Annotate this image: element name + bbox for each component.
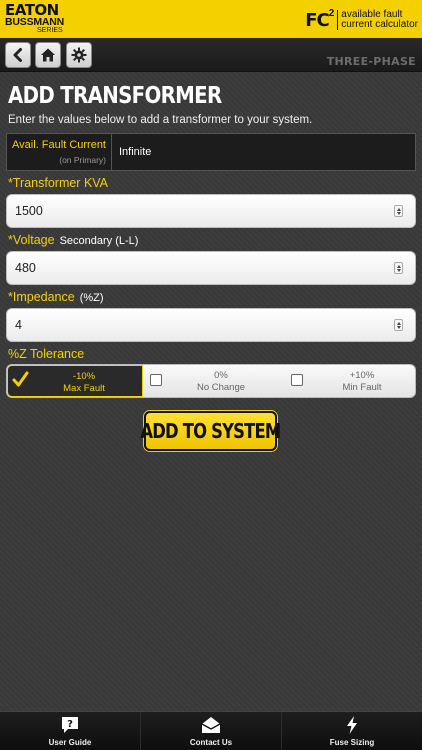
tab-label: Contact Us (189, 738, 233, 747)
tolerance-option-no-change[interactable]: 0% No Change (144, 365, 280, 397)
app-subtitle-line-2: current calculator (341, 19, 418, 30)
impedance-stepper[interactable] (394, 319, 403, 331)
afc-label-cell: Avail. Fault Current (on Primary) (7, 134, 112, 170)
settings-button[interactable] (66, 42, 92, 68)
nav-bar: THREE-PHASE (0, 38, 422, 72)
tab-label: User Guide (48, 738, 92, 747)
brand-line-3: SERIES (37, 27, 63, 34)
intro-text: Enter the values below to add a transfor… (8, 114, 313, 126)
chevron-left-icon (13, 48, 22, 62)
fc-logo-text: FC (305, 9, 329, 31)
brand-line-2: BUSSMANN (5, 16, 65, 28)
voltage-stepper[interactable] (394, 262, 403, 274)
mode-label: THREE-PHASE (326, 55, 416, 68)
back-button[interactable] (5, 42, 31, 68)
page-title: ADD TRANSFORMER (8, 83, 222, 109)
tolerance-option-label: Max Fault (63, 383, 105, 394)
afc-value: Infinite (119, 146, 152, 158)
checkbox[interactable] (291, 374, 303, 386)
help-icon: ? (62, 717, 78, 733)
tolerance-option-value: -10% (72, 371, 96, 382)
impedance-hint: (%Z) (79, 292, 104, 304)
tolerance-label: %Z Tolerance (8, 347, 84, 361)
kva-label-text: *Transformer KVA (8, 176, 109, 190)
tolerance-option-label: Min Fault (342, 382, 382, 393)
home-button[interactable] (35, 42, 61, 68)
envelope-icon (201, 717, 221, 733)
impedance-label-text: *Impedance (8, 290, 75, 304)
tab-fuse-sizing[interactable]: Fuse Sizing (282, 712, 422, 750)
kva-stepper[interactable] (394, 205, 403, 217)
lightning-icon (347, 716, 357, 734)
tab-label: Fuse Sizing (329, 738, 375, 747)
voltage-label-text: *Voltage (8, 233, 55, 247)
tab-user-guide[interactable]: ? User Guide (0, 712, 141, 750)
add-to-system-button[interactable]: ADD TO SYSTEM (140, 411, 281, 451)
svg-text:?: ? (67, 719, 73, 730)
voltage-field[interactable] (6, 251, 416, 285)
fc-logo-sup: 2 (328, 7, 335, 19)
checkbox[interactable] (150, 374, 162, 386)
add-to-system-label: ADD TO SYSTEM (140, 419, 281, 443)
tolerance-option-value: +10% (349, 370, 375, 381)
kva-label: *Transformer KVA (8, 176, 108, 190)
tolerance-option-max-fault[interactable]: -10% Max Fault (7, 365, 143, 397)
checkbox-checked[interactable] (12, 371, 29, 387)
tolerance-label-text: %Z Tolerance (8, 347, 85, 361)
bottom-tab-bar: ? User Guide Contact Us Fuse Sizing (0, 711, 422, 750)
tolerance-options: -10% Max Fault 0% No Change +10% Min Fau… (6, 364, 416, 398)
tolerance-option-label: No Change (196, 382, 246, 393)
gear-icon (71, 47, 87, 63)
impedance-field[interactable] (6, 308, 416, 342)
impedance-label: *Impedance (%Z) (8, 290, 104, 304)
kva-field[interactable] (6, 194, 416, 228)
impedance-input[interactable] (7, 309, 387, 341)
eaton-bussmann-logo: EATON BUSSMANN SERIES (5, 1, 65, 36)
kva-input[interactable] (7, 195, 387, 227)
voltage-input[interactable] (7, 252, 387, 284)
home-icon (41, 48, 55, 62)
afc-label: Avail. Fault Current (12, 139, 106, 151)
tolerance-option-min-fault[interactable]: +10% Min Fault (285, 365, 415, 397)
tab-contact-us[interactable]: Contact Us (141, 712, 282, 750)
voltage-hint: Secondary (L-L) (59, 235, 139, 247)
tolerance-option-value: 0% (214, 370, 228, 381)
brand-line-1: EATON (5, 1, 59, 19)
brand-header: EATON BUSSMANN SERIES FC 2 available fau… (0, 0, 422, 38)
voltage-label: *Voltage Secondary (L-L) (8, 233, 138, 247)
fc2-logo: FC 2 available fault current calculator (305, 7, 418, 31)
app-subtitle: available fault current calculator (337, 10, 418, 30)
available-fault-current-row: Avail. Fault Current (on Primary) Infini… (6, 133, 416, 171)
afc-sublabel: (on Primary) (59, 155, 106, 165)
